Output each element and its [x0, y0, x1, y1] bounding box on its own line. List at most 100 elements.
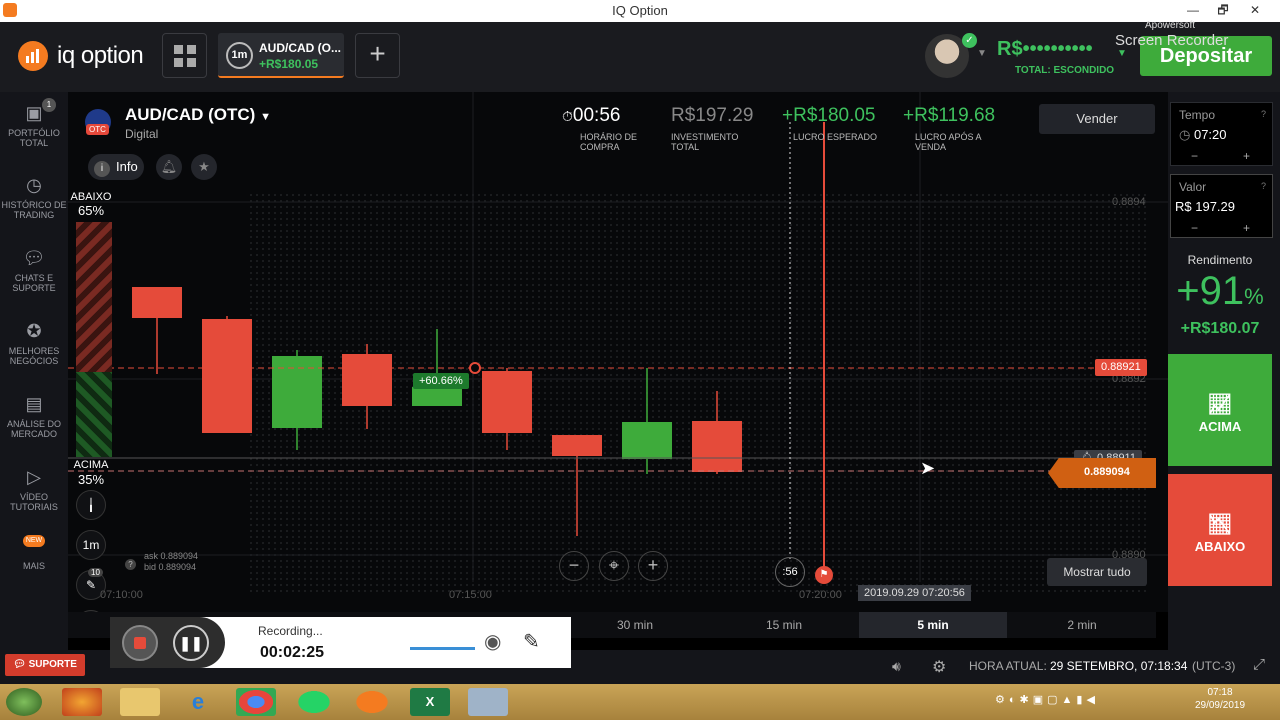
pen-icon[interactable]: ✎ [523, 629, 540, 654]
sidebar-item-chats[interactable]: 💬︎ CHATS E SUPORTE [0, 247, 68, 293]
asset-name[interactable]: AUD/CAD (OTC) ▼ [125, 105, 271, 125]
bid-value: bid 0.889094 [144, 562, 197, 572]
put-down-button[interactable]: 📉︎ ABAIXO [1168, 474, 1272, 586]
excel-icon[interactable]: X [410, 688, 450, 716]
value-plus-button[interactable]: + [1243, 221, 1250, 235]
internet-explorer-icon[interactable]: e [178, 688, 218, 716]
asset-tab[interactable]: 1m AUD/CAD (O... +R$180.05 [218, 33, 344, 78]
settings-gear-icon[interactable]: ⚙ [932, 657, 946, 677]
time-input-box[interactable]: Tempo ? ◷ 07:20 − + [1170, 102, 1273, 166]
balance-subtitle: TOTAL: ESCONDIDO [1015, 65, 1115, 76]
timeframe-tool[interactable]: 1m [76, 530, 106, 560]
sentiment-down-pct: 65% [77, 203, 105, 218]
system-tray-icons[interactable]: ⚙◐✱▣▢▲▮◀ [995, 693, 1180, 711]
new-badge: NEW [22, 535, 46, 547]
yield-label: Rendimento [1187, 253, 1253, 267]
verified-check-icon: ✓ [962, 33, 977, 48]
y-tick: 0.8894 [1112, 196, 1146, 208]
taskbar-time: 07:18 [1207, 687, 1233, 698]
sidebar-item-more[interactable]: NEW MAIS [0, 534, 68, 571]
pause-record-button[interactable]: ❚❚ [173, 625, 209, 661]
taskbar-date: 29/09/2019 [1194, 700, 1246, 711]
close-button[interactable]: ✕ [1240, 0, 1270, 22]
show-all-button[interactable]: Mostrar tudo [1047, 558, 1147, 586]
sidebar-item-label: CHATS E SUPORTE [12, 273, 56, 293]
help-icon[interactable]: ? [1261, 109, 1266, 119]
value-label: Valor [1179, 180, 1207, 194]
yield-percent-sign: % [1244, 284, 1264, 309]
logo-text[interactable]: iq option [57, 42, 144, 70]
calculator-icon[interactable] [468, 688, 508, 716]
help-icon[interactable]: ? [1261, 181, 1266, 191]
recorder-controls: ❚❚ [110, 617, 225, 668]
after-sale-profit-value: +R$119.68 [903, 105, 996, 126]
call-up-label: ACIMA [1198, 419, 1242, 434]
bell-icon[interactable]: 🔔︎ [156, 154, 182, 180]
tab-5min[interactable]: 5 min [859, 612, 1007, 638]
zoom-out-button[interactable]: − [559, 551, 589, 581]
balance-dropdown-icon[interactable]: ▼ [1117, 48, 1127, 59]
audio-level-bar [410, 647, 475, 650]
stop-record-button[interactable] [122, 625, 158, 661]
sidebar-item-label: PORTFÓLIO TOTAL [8, 128, 60, 148]
start-button-icon[interactable] [6, 688, 42, 716]
sidebar-item-history[interactable]: ◷ HISTÓRICO DE TRADING [0, 174, 68, 220]
entry-percent-badge: +60.66% [413, 373, 469, 389]
sidebar-item-label: HISTÓRICO DE TRADING [1, 200, 67, 220]
info-button[interactable]: i Info [88, 154, 144, 180]
sidebar-item-market-analysis[interactable]: ▤ ANÁLISE DO MERCADO [0, 393, 68, 439]
value-minus-button[interactable]: − [1191, 221, 1198, 235]
portfolio-badge: 1 [42, 98, 56, 112]
call-up-button[interactable]: 📈︎ ACIMA [1168, 354, 1272, 466]
expiry-countdown: :56 [775, 557, 805, 587]
screen-recorder-panel: ❚❚ Recording... 00:02:25 ◉ ✎ [110, 617, 571, 668]
system-clock[interactable]: 07:18 29/09/2019 [1190, 686, 1250, 712]
add-asset-button[interactable]: + [355, 33, 400, 78]
time-value-text: 07:20 [1193, 127, 1227, 142]
trend-down-icon: 📉︎ [1207, 514, 1233, 536]
zoom-in-button[interactable]: + [638, 551, 668, 581]
stopwatch-icon: ⏱︎ [562, 108, 573, 124]
chart-type-icon[interactable]: ╽ [76, 490, 106, 520]
value-input-box[interactable]: Valor ? R$ 197.29 − + [1170, 174, 1273, 238]
tab-2min[interactable]: 2 min [1008, 612, 1156, 638]
firefox-icon[interactable] [62, 688, 102, 716]
recenter-icon[interactable]: ⌖ [599, 551, 629, 581]
x-tick: 07:10:00 [100, 589, 143, 601]
time-minus-button[interactable]: − [1191, 149, 1198, 163]
help-icon[interactable]: ? [125, 559, 136, 570]
purchase-timer-label: HORÁRIO DE COMPRA [580, 132, 638, 152]
sell-button[interactable]: Vender [1039, 104, 1155, 134]
support-button[interactable]: 💬︎ SUPORTE [5, 654, 85, 676]
entry-price-tag: 0.88921 [1095, 359, 1147, 376]
candle-body [132, 287, 182, 318]
webcam-icon[interactable]: ◉ [484, 629, 501, 654]
sidebar-item-video-tutorials[interactable]: ▷ VÍDEO TUTORIAIS [0, 466, 68, 512]
asset-tab-profit: +R$180.05 [259, 57, 319, 71]
asset-grid-button[interactable] [162, 33, 207, 78]
whatsapp-icon[interactable] [294, 688, 334, 716]
investment-value: R$197.29 [671, 105, 754, 126]
sidebar-item-portfolio[interactable]: ▣ PORTFÓLIO TOTAL [0, 102, 68, 148]
file-explorer-icon[interactable] [120, 688, 160, 716]
tab-30min[interactable]: 30 min [561, 612, 709, 638]
fullscreen-icon[interactable]: ⤢ [1253, 656, 1265, 673]
balance-value[interactable]: R$•••••••••• [997, 38, 1093, 61]
x-tick: 07:20:00 [799, 589, 842, 601]
timezone: (UTC-3) [1192, 659, 1236, 673]
chart-area[interactable]: ABAIXO 65% ACIMA 35% OTC AUD/CAD (OTC) ▼… [68, 92, 1168, 612]
candlestick-chart[interactable] [68, 92, 1168, 612]
avatar-dropdown-icon[interactable]: ▼ [977, 48, 987, 59]
candle-body [412, 387, 462, 406]
iq-option-taskbar-icon[interactable] [352, 688, 392, 716]
sidebar-item-label: VÍDEO TUTORIAIS [10, 492, 58, 512]
value-field[interactable]: R$ 197.29 [1175, 199, 1235, 214]
tab-15min[interactable]: 15 min [710, 612, 858, 638]
sidebar-item-best-deals[interactable]: ✪ MELHORES NEGÓCIOS [0, 320, 68, 366]
finish-flag-icon: ⚑ [815, 566, 833, 584]
star-icon[interactable]: ★ [191, 154, 217, 180]
sound-icon[interactable]: 🔊︎ [892, 658, 901, 675]
asset-type: Digital [125, 127, 159, 141]
chrome-icon[interactable] [236, 688, 276, 716]
time-plus-button[interactable]: + [1243, 149, 1250, 163]
